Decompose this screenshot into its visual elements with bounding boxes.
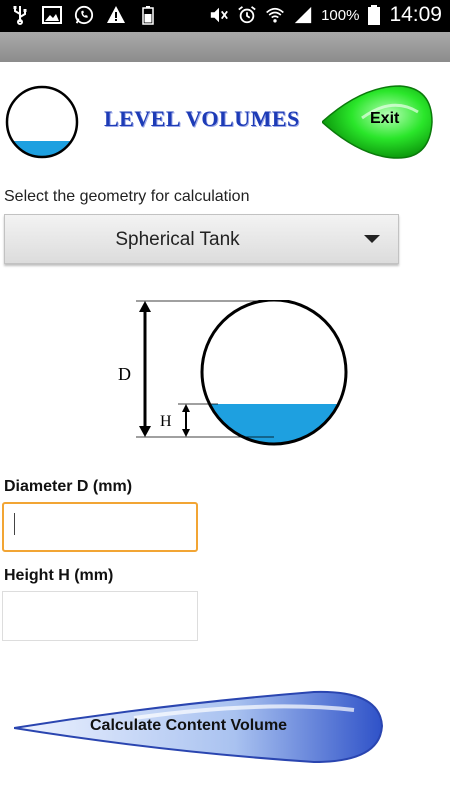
battery-percent: 100%	[321, 6, 360, 24]
status-bar: 100% 14:09	[0, 0, 450, 32]
exit-label: Exit	[370, 110, 400, 127]
usb-icon	[13, 6, 27, 25]
whatsapp-icon	[74, 5, 94, 25]
image-icon	[42, 6, 62, 24]
app-header: LEVEL VOLUMES Exit	[0, 80, 450, 164]
text-cursor	[14, 513, 15, 535]
height-label: Height H (mm)	[4, 567, 114, 584]
height-input[interactable]	[2, 591, 198, 641]
battery-icon	[368, 5, 381, 25]
geometry-prompt: Select the geometry for calculation	[4, 188, 250, 205]
h-label: H	[160, 413, 172, 430]
d-label: D	[118, 364, 131, 384]
wifi-icon	[266, 7, 284, 23]
app-title-bar	[0, 32, 450, 62]
signal-icon	[294, 6, 312, 24]
diameter-input[interactable]	[2, 502, 198, 552]
mute-icon	[210, 7, 228, 23]
chevron-down-icon	[364, 235, 380, 243]
alarm-icon	[238, 6, 256, 24]
battery-small-icon	[142, 6, 154, 25]
tank-logo-icon	[5, 85, 79, 159]
app-title: LEVEL VOLUMES	[104, 106, 300, 131]
warning-icon	[107, 6, 125, 23]
geometry-dropdown[interactable]: Spherical Tank	[4, 214, 399, 264]
tank-diagram: D H	[118, 300, 348, 446]
exit-button[interactable]: Exit	[320, 82, 434, 162]
clock: 14:09	[389, 3, 442, 26]
liquid-fill	[202, 404, 346, 444]
diameter-label: Diameter D (mm)	[4, 478, 133, 495]
geometry-selected-value: Spherical Tank	[115, 229, 240, 250]
calculate-label: Calculate Content Volume	[90, 717, 288, 734]
